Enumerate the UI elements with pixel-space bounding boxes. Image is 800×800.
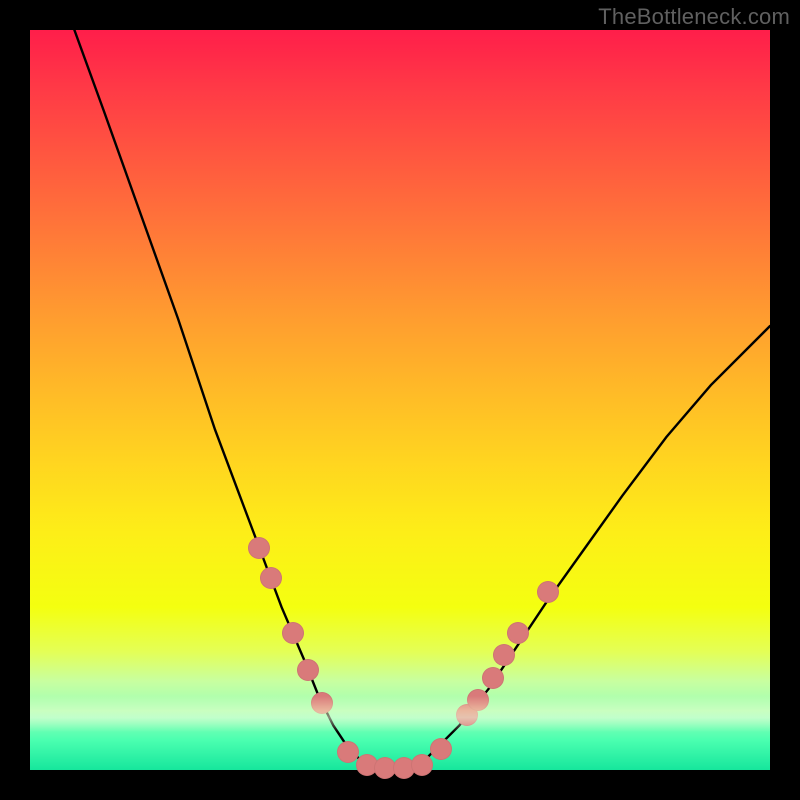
- marker-dot: [374, 757, 396, 779]
- marker-dot: [337, 741, 359, 763]
- chart-frame: TheBottleneck.com: [0, 0, 800, 800]
- plot-area: [30, 30, 770, 770]
- bottleneck-curve: [74, 30, 770, 770]
- marker-dot: [260, 567, 282, 589]
- marker-dot: [507, 622, 529, 644]
- watermark-text: TheBottleneck.com: [598, 4, 790, 30]
- marker-dot: [297, 659, 319, 681]
- marker-dot: [411, 754, 433, 776]
- marker-dot: [482, 667, 504, 689]
- curve-svg: [30, 30, 770, 770]
- marker-dot: [282, 622, 304, 644]
- marker-dot: [393, 757, 415, 779]
- marker-dot: [537, 581, 559, 603]
- marker-dot: [467, 689, 489, 711]
- marker-dot: [311, 692, 333, 714]
- marker-dot: [430, 738, 452, 760]
- marker-dot: [248, 537, 270, 559]
- marker-dot: [356, 754, 378, 776]
- marker-dot: [456, 704, 478, 726]
- marker-dot: [493, 644, 515, 666]
